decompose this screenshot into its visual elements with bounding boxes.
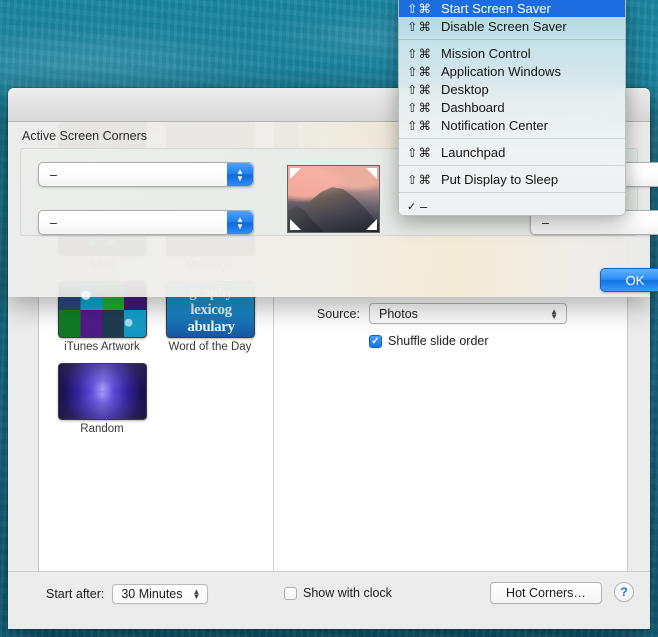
chevron-updown-icon: ▲ ▼ [192,587,201,601]
menu-item-notification-center[interactable]: ⇧⌘ Notification Center [399,116,625,134]
corner-popup-bottom-left[interactable]: – ▲ ▼ [38,210,254,235]
shortcut-keys: ⇧⌘ [407,46,432,61]
shuffle-label: Shuffle slide order [388,334,489,348]
hot-corners-button[interactable]: Hot Corners… [490,582,602,604]
menu-item-none[interactable]: ✓ – [399,197,625,215]
shortcut-keys: ⇧⌘ [407,1,432,16]
menu-separator [399,192,625,193]
shortcut-keys: ⇧⌘ [407,82,432,97]
menu-item-label: Disable Screen Saver [441,18,567,34]
menu-separator [399,138,625,139]
menu-item-label: Application Windows [441,63,561,79]
screensaver-label: Random [80,423,124,435]
shuffle-slide-order-row[interactable]: ✓ Shuffle slide order [369,334,489,348]
corner-marker-top-right-icon[interactable] [366,168,377,179]
show-with-clock-checkbox[interactable] [284,586,297,600]
menu-item-label: Notification Center [441,117,548,133]
checkmark-icon: ✓ [407,200,417,213]
corner-marker-bottom-right-icon[interactable] [366,219,377,230]
start-after-popup-button[interactable]: 30 Minutes ▲ ▼ [112,584,209,604]
active-screen-corners-label: Active Screen Corners [22,129,148,143]
shortcut-keys: ⇧⌘ [407,64,432,79]
corner-value: – [50,215,57,230]
source-popup-button[interactable]: Photos ▲ ▼ [369,303,567,324]
menu-item-launchpad[interactable]: ⇧⌘ Launchpad [399,143,625,161]
help-button[interactable]: ? [614,582,634,602]
start-after-group: Start after: 30 Minutes ▲ ▼ [46,584,209,604]
screensaver-grid-empty-cell [159,363,261,441]
menu-separator [399,165,625,166]
source-row: Source: Photos ▲ ▼ [274,303,619,324]
random-thumbnail [57,363,147,420]
corner-marker-bottom-left-icon[interactable] [290,219,301,230]
screensaver-item-random[interactable]: Random [51,363,153,441]
corner-value: – [50,167,57,182]
ok-button[interactable]: OK [600,268,658,292]
screensaver-item-itunes-artwork[interactable]: iTunes Artwork [51,281,153,359]
menu-item-label: Put Display to Sleep [441,171,559,187]
menu-item-label: Desktop [441,81,489,97]
shortcut-keys: ⇧⌘ [407,118,432,133]
menu-item-mission-control[interactable]: ⇧⌘ Mission Control [399,44,625,62]
shortcut-keys: ⇧⌘ [407,172,432,187]
start-after-label: Start after: [46,587,105,601]
menu-item-label: Start Screen Saver [441,0,551,16]
itunes-artwork-thumbnail [57,281,147,338]
hot-corner-action-menu[interactable]: ⇧⌘ Start Screen Saver ⇧⌘ Disable Screen … [398,0,626,216]
start-after-value: 30 Minutes [121,587,183,601]
screen-corners-preview-thumbnail [287,165,380,233]
show-with-clock-row[interactable]: Show with clock [284,586,392,600]
menu-item-label: Mission Control [441,45,531,61]
stepper-icon[interactable]: ▲ ▼ [227,163,253,186]
corner-marker-top-left-icon[interactable] [290,168,301,179]
menu-separator [399,39,625,40]
preferences-bottom-bar: Start after: 30 Minutes ▲ ▼ Show with clo… [8,571,650,629]
menu-item-start-screen-saver[interactable]: ⇧⌘ Start Screen Saver [399,0,625,17]
show-with-clock-label: Show with clock [303,586,392,600]
source-label: Source: [316,306,360,321]
source-value: Photos [379,306,418,321]
menu-item-desktop[interactable]: ⇧⌘ Desktop [399,80,625,98]
menu-item-dashboard[interactable]: ⇧⌘ Dashboard [399,98,625,116]
shortcut-keys: ⇧⌘ [407,19,432,34]
screensaver-label: iTunes Artwork [64,341,140,353]
stepper-icon[interactable]: ▲ ▼ [227,211,253,234]
menu-item-label: – [420,198,428,214]
screensaver-label: Word of the Day [168,341,252,353]
menu-item-disable-screen-saver[interactable]: ⇧⌘ Disable Screen Saver [399,17,625,35]
chevron-updown-icon: ▲ ▼ [550,306,558,321]
corner-value: – [542,215,549,230]
corner-popup-top-left[interactable]: – ▲ ▼ [38,162,254,187]
menu-item-put-display-to-sleep[interactable]: ⇧⌘ Put Display to Sleep [399,170,625,188]
menu-item-label: Dashboard [441,99,505,115]
shortcut-keys: ⇧⌘ [407,145,432,160]
shortcut-keys: ⇧⌘ [407,100,432,115]
shuffle-checkbox[interactable]: ✓ [369,334,382,348]
menu-item-application-windows[interactable]: ⇧⌘ Application Windows [399,62,625,80]
menu-item-label: Launchpad [441,144,506,160]
